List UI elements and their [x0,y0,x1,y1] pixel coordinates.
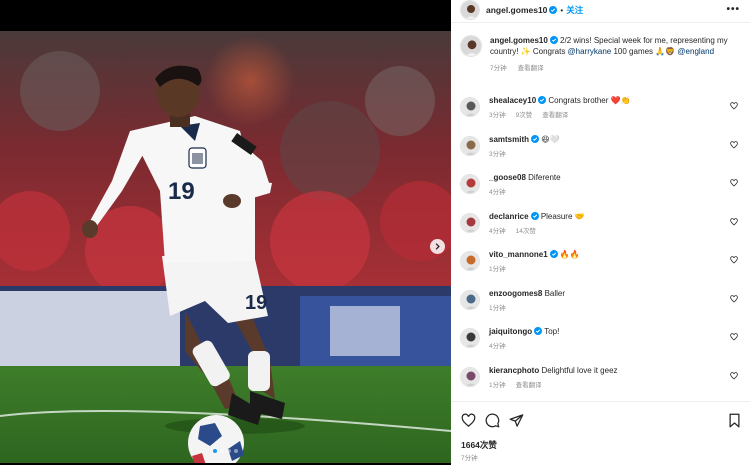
commenter-username[interactable]: kierancphoto [489,366,539,375]
post-photo[interactable]: 19 19 [0,31,451,463]
post-time: 7分钟 [461,455,478,462]
comment-like-heart-icon[interactable] [730,179,738,187]
comment-row: enzoogomes8 Baller 1分钟 [460,288,745,327]
post-media: 19 19 [0,0,451,465]
commenter-avatar[interactable] [460,289,480,310]
carousel-dot [220,449,224,453]
commenter-avatar[interactable] [460,97,480,117]
verified-badge-icon [549,36,558,44]
comment-row: declanrice Pleasure 🤝 4分钟 14次赞 [460,211,745,250]
comment-time: 4分钟 [489,189,506,196]
comment-text: Top! [544,327,560,336]
comment-text: Diferente [528,173,561,182]
follow-button[interactable]: 关注 [566,4,583,16]
comment-icon[interactable] [485,413,500,428]
verified-badge-icon [534,327,543,335]
commenter-username[interactable]: jaiquitongo [489,327,532,336]
comment-like-heart-icon[interactable] [730,256,738,264]
comment-text: 😆🤍 [541,134,560,144]
commenter-username[interactable]: _goose08 [489,173,526,182]
comment-row: shealacey10 Congrats brother ❤️👏 3分钟 9次赞 查看… [460,95,745,134]
comment-text: Delightful love it geez [541,365,618,375]
next-image-button[interactable] [430,239,445,254]
post-caption: angel.gomes10 2/2 wins! Special week for… [460,35,745,72]
comment-text: Baller [544,288,566,298]
comment-list: shealacey10 Congrats brother ❤️👏 3分钟 9次赞 查看… [460,95,745,403]
commenter-username[interactable]: shealacey10 [489,96,536,105]
share-send-icon[interactable] [509,413,524,428]
comment-row: samtsmith 😆🤍 3分钟 [460,134,745,173]
like-heart-icon[interactable] [461,413,476,428]
verified-badge-icon [538,96,547,104]
svg-text:19: 19 [168,178,195,205]
commenter-username[interactable]: declanrice [489,212,529,221]
commenter-avatar[interactable] [460,135,480,156]
like-count[interactable]: 1664次赞 [461,439,497,451]
see-translation-link[interactable]: 查看翻译 [542,110,568,121]
caption-text: angel.gomes10 2/2 wins! Special week for… [490,35,735,57]
instagram-post-view: 19 19 angel.gomes10 • 关注 ••• angel.gomes… [0,0,750,465]
commenter-avatar[interactable] [460,174,480,194]
comment-like-count[interactable]: 9次赞 [516,110,533,121]
comment-row: jaiquitongo Top! 4分钟 [460,326,745,365]
commenter-avatar[interactable] [460,328,480,348]
verified-badge-icon [530,211,539,220]
commenter-username[interactable]: samtsmith [489,135,529,144]
caption-avatar[interactable] [460,35,482,57]
comment-like-heart-icon[interactable] [730,371,738,380]
caption-username[interactable]: angel.gomes10 [490,36,548,45]
post-header: angel.gomes10 • 关注 ••• [451,0,750,20]
author-avatar[interactable] [460,0,480,20]
carousel-dot [213,449,217,453]
comment-text: Congrats brother ❤️👏 [548,96,631,105]
comment-time: 4分钟 [489,227,506,235]
see-translation-link[interactable]: 查看翻译 [516,380,542,391]
header-separator: • [560,5,564,15]
comment-like-heart-icon[interactable] [730,217,738,226]
mention-link[interactable]: @harrykane [568,47,612,56]
carousel-dot [227,449,231,453]
caption-meta: 7分钟 查看翻译 [490,62,735,72]
caption-time: 7分钟 [490,65,507,72]
bookmark-save-icon[interactable] [727,413,742,428]
mention-link[interactable]: @england [677,47,714,56]
comment-row: _goose08 Diferente 4分钟 [460,172,745,211]
post-actions [461,413,524,428]
verified-badge-icon [549,6,558,14]
post-side-panel: angel.gomes10 • 关注 ••• angel.gomes10 2/2… [451,0,750,465]
comment-row: vito_mannone1 🔥🔥 1分钟 [460,249,745,288]
comment-time: 1分钟 [489,304,506,312]
comment-text: Pleasure 🤝 [540,211,585,221]
more-options-icon[interactable]: ••• [726,4,740,15]
author-username[interactable]: angel.gomes10 [486,5,547,15]
header-divider [451,22,750,23]
commenter-avatar[interactable] [460,366,480,387]
comment-like-count[interactable]: 14次赞 [516,226,536,237]
comment-like-heart-icon[interactable] [730,102,738,110]
commenter-avatar[interactable] [460,251,480,271]
comment-time: 4分钟 [489,343,506,350]
comment-time: 1分钟 [489,381,506,389]
verified-badge-icon [531,134,540,143]
comment-time: 1分钟 [489,266,506,273]
comment-time: 3分钟 [489,112,506,119]
chevron-right-icon [435,243,440,250]
comment-like-heart-icon[interactable] [730,140,738,149]
carousel-indicator [0,449,451,453]
svg-text:19: 19 [245,292,267,314]
comment-like-heart-icon[interactable] [730,294,738,303]
actions-divider [451,401,750,402]
see-translation-link[interactable]: 查看翻译 [518,62,544,72]
carousel-dot [234,449,238,453]
comment-like-heart-icon[interactable] [730,333,738,341]
commenter-username[interactable]: enzoogomes8 [489,289,542,298]
commenter-avatar[interactable] [460,212,480,233]
comment-time: 3分钟 [489,150,506,158]
comment-text: 🔥🔥 [559,250,580,259]
commenter-username[interactable]: vito_mannone1 [489,250,548,259]
comment-row: kierancphoto Delightful love it geez 1分钟 查… [460,365,745,404]
verified-badge-icon [549,250,558,258]
caption-body-2: 100 games 🙏🦁 [611,47,678,56]
